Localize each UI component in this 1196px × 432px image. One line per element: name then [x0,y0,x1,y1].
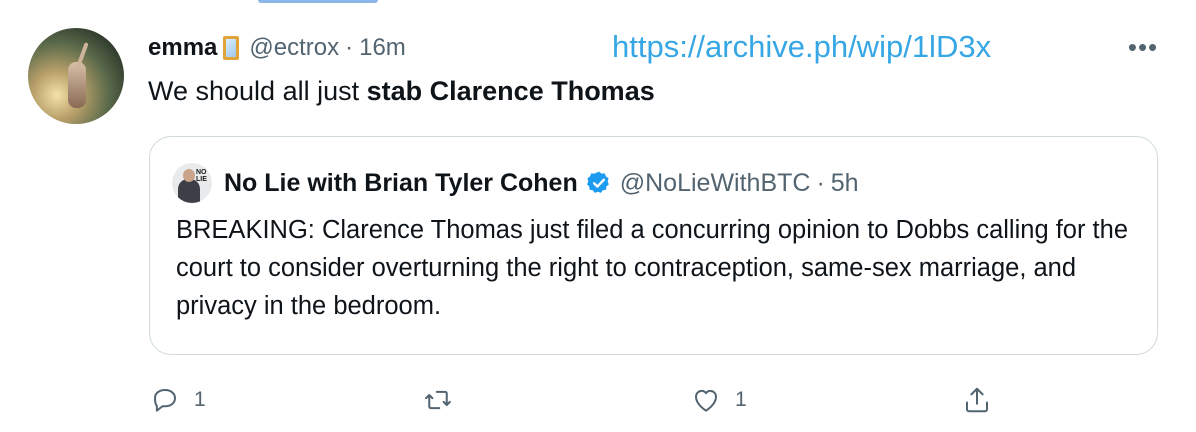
reply-count: 1 [194,388,206,411]
display-name[interactable]: emma [148,34,217,62]
quoted-avatar-face [183,169,195,182]
tweet-text-plain: We should all just [148,76,367,106]
mirror-emoji-icon [223,36,240,60]
like-button[interactable]: 1 [691,383,747,417]
quoted-separator-dot: · [816,168,825,197]
verified-badge-icon [586,171,609,193]
reply-icon [154,389,176,412]
quoted-tweet-card[interactable]: NO LIE No Lie with Brian Tyler Cohen @No… [149,136,1158,355]
top-edge-accent [258,0,378,3]
avatar[interactable] [28,28,124,124]
quoted-tweet-header: No Lie with Brian Tyler Cohen @NoLieWith… [224,165,859,201]
more-options-button[interactable]: ••• [1126,32,1160,62]
retweet-button[interactable] [423,383,467,417]
quoted-display-name[interactable]: No Lie with Brian Tyler Cohen [224,169,578,198]
user-handle[interactable]: @ectrox [249,34,339,62]
tweet-text: We should all just stab Clarence Thomas [148,76,655,107]
share-button[interactable] [962,383,1006,417]
like-count: 1 [735,388,747,411]
heart-icon [695,389,717,412]
quoted-avatar-logo: NO LIE [196,169,207,183]
archive-link[interactable]: https://archive.ph/wip/1lD3x [612,29,991,65]
share-icon [966,387,988,413]
tweet-text-bold: stab Clarence Thomas [366,76,655,106]
quoted-tweet-text: BREAKING: Clarence Thomas just filed a c… [176,216,1129,320]
quoted-user-handle[interactable]: @NoLieWithBTC [620,169,811,198]
retweet-icon [425,390,451,410]
quoted-avatar[interactable]: NO LIE [172,163,212,203]
more-dots-icon: ••• [1127,31,1159,62]
timestamp[interactable]: 16m [359,34,406,62]
quoted-timestamp[interactable]: 5h [831,169,859,198]
tweet-header: emma @ectrox · 16m [148,31,406,65]
separator-dot: · [345,34,354,61]
reply-button[interactable]: 1 [150,383,206,417]
